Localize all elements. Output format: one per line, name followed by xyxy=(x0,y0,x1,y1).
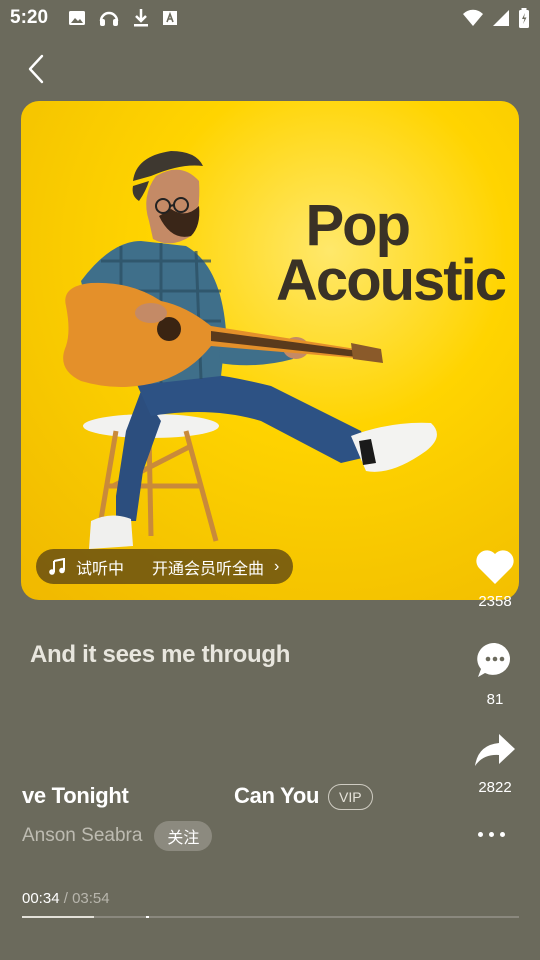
dot xyxy=(500,832,505,837)
comment-count: 81 xyxy=(486,691,504,708)
song-title-marquee: ve Tonight Can You xyxy=(22,780,318,814)
comment-button[interactable]: 81 xyxy=(470,640,520,708)
chevron-right-icon: › xyxy=(274,557,280,575)
artist-row: Anson Seabra 关注 xyxy=(22,821,213,851)
chevron-left-icon xyxy=(28,54,44,84)
notification-icons xyxy=(68,8,178,28)
download-icon xyxy=(134,9,148,27)
current-time: 00:34 xyxy=(22,890,60,907)
share-count: 2822 xyxy=(478,779,512,796)
share-button[interactable]: 2822 xyxy=(470,732,520,796)
system-icons xyxy=(462,8,530,28)
dot xyxy=(489,832,494,837)
vip-badge: VIP xyxy=(328,784,373,810)
guitarist-illustration xyxy=(63,151,437,549)
image-icon xyxy=(69,11,85,25)
status-time: 5:20 xyxy=(10,7,49,28)
preview-label: 试听中 xyxy=(76,560,125,578)
cover-title-line1: Pop xyxy=(305,193,411,258)
progress-bar[interactable] xyxy=(22,916,519,918)
total-time: 03:54 xyxy=(72,890,110,907)
cover-title: Pop Acoustic xyxy=(235,193,507,313)
battery-icon xyxy=(519,8,529,28)
playback-time: 00:34 / 03:54 xyxy=(22,890,110,907)
more-options-button[interactable] xyxy=(478,832,505,837)
share-icon xyxy=(475,734,515,766)
vip-prompt-link[interactable]: 开通会员听全曲 xyxy=(152,555,264,579)
back-button[interactable] xyxy=(22,52,52,86)
dot xyxy=(478,832,483,837)
current-lyric: And it sees me through xyxy=(30,641,291,668)
song-title-part2: Can You xyxy=(234,783,318,808)
time-separator: / xyxy=(63,890,68,907)
follow-button[interactable]: 关注 xyxy=(154,821,213,851)
progress-fill xyxy=(22,916,95,918)
comment-icon xyxy=(477,642,511,677)
album-cover[interactable]: Pop Acoustic 试听中 开通会员听全曲 › xyxy=(21,101,519,600)
cover-title-line2: Acoustic xyxy=(276,247,507,313)
wifi-icon xyxy=(463,9,483,26)
artist-name[interactable]: Anson Seabra xyxy=(22,825,142,847)
buffer-marker xyxy=(146,916,149,918)
music-note-icon xyxy=(49,557,65,575)
song-title-part1: ve Tonight xyxy=(22,783,129,808)
preview-banner[interactable]: 试听中 开通会员听全曲 › xyxy=(36,549,294,584)
signal-icon xyxy=(493,10,509,26)
headphones-icon xyxy=(99,11,119,26)
status-bar: 5:20 xyxy=(0,0,540,36)
font-icon xyxy=(163,11,177,25)
heart-icon xyxy=(476,550,514,584)
like-count: 2358 xyxy=(478,593,512,610)
song-info: ve Tonight Can You VIP xyxy=(22,780,373,814)
like-button[interactable]: 2358 xyxy=(470,548,520,610)
